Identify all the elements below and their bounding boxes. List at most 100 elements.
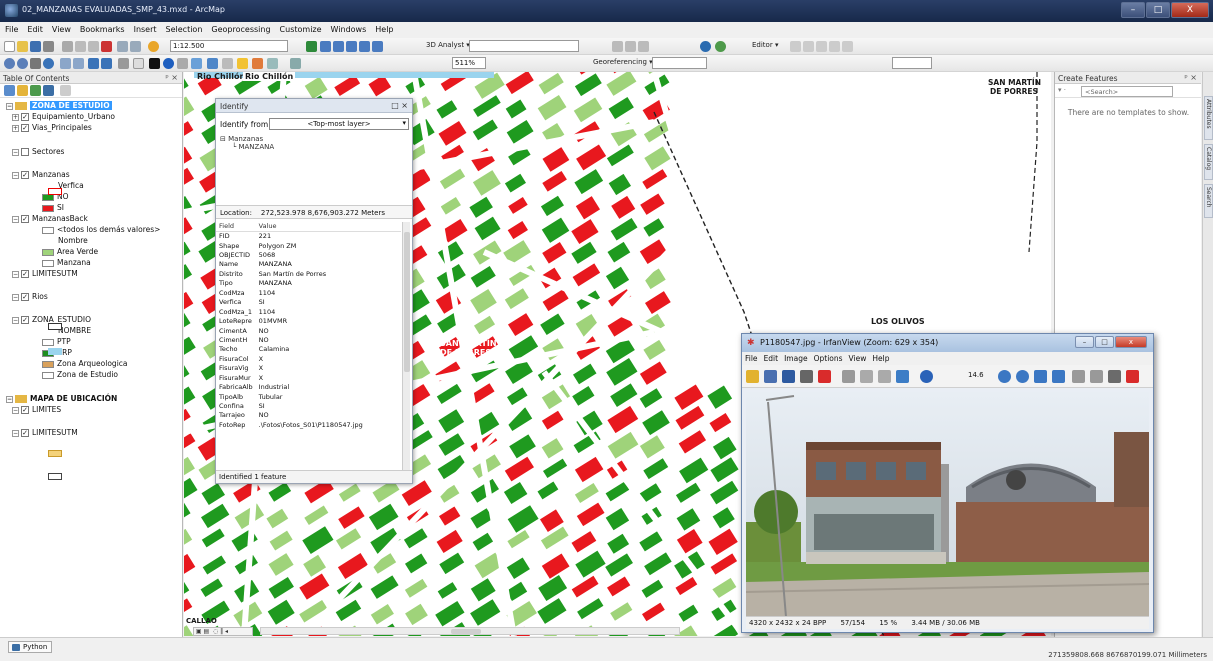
edit-tool-icon[interactable] (790, 41, 801, 52)
attribute-row[interactable]: Tarrajeo NO (216, 411, 401, 420)
layer-visibility-checkbox[interactable]: ✓ (21, 124, 29, 132)
3d-analyst-menu[interactable]: 3D Analyst ▾ (426, 41, 470, 49)
irfan-menu-help[interactable]: Help (872, 354, 889, 363)
toc-group-zona-de-estudio[interactable]: − ZONA DE ESTUDIO (6, 101, 112, 110)
cut-icon[interactable] (62, 41, 73, 52)
toc-layer-limitesutm[interactable]: − ✓ LIMITESUTM (12, 428, 78, 437)
search-tab[interactable]: Search (1204, 184, 1213, 218)
toc-group-mapa-de-ubicaci-n[interactable]: − MAPA DE UBICACIÓN (6, 394, 117, 403)
toc-legend-manzana[interactable]: Manzana (42, 258, 91, 267)
layer-visibility-checkbox[interactable]: ✓ (21, 293, 29, 301)
irfan-menu-edit[interactable]: Edit (764, 354, 779, 363)
collapse-icon[interactable]: − (12, 293, 19, 301)
catalog-tab[interactable]: Catalog (1204, 144, 1213, 180)
attribute-row[interactable]: Shape Polygon ZM (216, 241, 401, 250)
map-scale-field[interactable]: 1:12.500 (170, 40, 288, 52)
attribute-row[interactable]: FID 221 (216, 231, 401, 240)
edit-annotation-icon[interactable] (803, 41, 814, 52)
toc-close-button[interactable]: ᵖ × (165, 73, 178, 82)
new-icon[interactable] (4, 41, 15, 52)
menu-item-selection[interactable]: Selection (161, 22, 207, 34)
arcscene-icon[interactable] (715, 41, 726, 52)
attributes-tab[interactable]: Attributes (1204, 96, 1213, 140)
toc-layer-equipamiento-urbano[interactable]: + ✓ Equipamiento_Urbano (12, 112, 115, 121)
print-icon[interactable] (43, 41, 54, 52)
attribute-row[interactable]: Distrito San Martín de Porres (216, 269, 401, 278)
layer-visibility-checkbox[interactable]: ✓ (21, 429, 29, 437)
layer-visibility-checkbox[interactable]: ✓ (21, 113, 29, 121)
list-by-drawing-order-icon[interactable] (4, 85, 15, 96)
add-data-icon[interactable] (148, 41, 159, 52)
3d-tool-icon-2[interactable] (625, 41, 636, 52)
editor-toolbar-icon[interactable] (306, 41, 317, 52)
collapse-icon[interactable]: − (12, 171, 19, 179)
create-features-close-button[interactable]: ᵖ × (1184, 73, 1197, 82)
select-elements-icon[interactable] (149, 58, 160, 69)
irfan-menu-file[interactable]: File (745, 354, 758, 363)
save-icon[interactable] (30, 41, 41, 52)
toc-layer-limitesutm[interactable]: − ✓ LIMITESUTM (12, 269, 78, 278)
forward-extent-icon[interactable] (101, 58, 112, 69)
toc-layer-manzanasback[interactable]: − ✓ ManzanasBack (12, 214, 88, 223)
attribute-row[interactable]: FisuraVig X (216, 364, 401, 373)
close-button[interactable]: X (1171, 2, 1209, 18)
print-icon[interactable] (800, 370, 813, 383)
menu-item-edit[interactable]: Edit (22, 22, 47, 34)
cut-icon[interactable] (842, 370, 855, 383)
info-icon[interactable] (920, 370, 933, 383)
attribute-row[interactable]: FabricaAlb Industrial (216, 382, 401, 391)
slideshow-icon[interactable] (764, 370, 777, 383)
thumbnails-icon[interactable] (1072, 370, 1085, 383)
open-file-icon[interactable] (746, 370, 759, 383)
tree-root-item[interactable]: ⊟ Manzanas (220, 135, 408, 143)
fullscreen-icon[interactable] (1090, 370, 1103, 383)
arctoolbox-icon[interactable] (359, 41, 370, 52)
zoom-out-icon[interactable] (1016, 370, 1029, 383)
attribute-row[interactable]: CimentH NO (216, 335, 401, 344)
copy-icon[interactable] (860, 370, 873, 383)
list-by-selection-icon[interactable] (43, 85, 54, 96)
properties-icon[interactable] (1108, 370, 1121, 383)
hyperlink-icon[interactable] (177, 58, 188, 69)
attribute-row[interactable]: Confina SI (216, 401, 401, 410)
attribute-row[interactable]: FotoRep .\Fotos\Fotos_S01\P1180547.jpg (216, 420, 401, 429)
menu-item-file[interactable]: File (0, 22, 22, 34)
3d-layer-field[interactable] (469, 40, 579, 52)
irfan-close-button[interactable]: x (1115, 336, 1147, 348)
toc-legend-todos-los-dem-s-valores[interactable]: <todos los demás valores> (42, 225, 160, 234)
attribute-row[interactable]: OBJECTID 5068 (216, 250, 401, 259)
find-route-icon[interactable] (237, 58, 248, 69)
toc-legend-zona-arqueologica[interactable]: Zona Arqueologica (42, 359, 128, 368)
point-icon[interactable] (842, 41, 853, 52)
zoom-value[interactable]: 14.6 (968, 371, 984, 379)
menu-item-windows[interactable]: Windows (326, 22, 371, 34)
fixed-zoom-out-icon[interactable] (73, 58, 84, 69)
arcglobe-icon[interactable] (700, 41, 711, 52)
attribute-row[interactable]: CodMza 1104 (216, 288, 401, 297)
save-icon[interactable] (782, 370, 795, 383)
pan-icon[interactable] (30, 58, 41, 69)
georeferencing-menu[interactable]: Georeferencing ▾ (593, 58, 653, 66)
find-icon[interactable] (222, 58, 233, 69)
draw-font-field[interactable] (892, 57, 932, 69)
zoom-percent-field[interactable]: 511% (452, 57, 486, 69)
attribute-row[interactable]: Verfica SI (216, 298, 401, 307)
collapse-icon[interactable]: − (12, 215, 19, 223)
zoom-in-icon[interactable] (4, 58, 15, 69)
fixed-zoom-in-icon[interactable] (60, 58, 71, 69)
menu-item-help[interactable]: Help (370, 22, 397, 34)
irfan-menu-options[interactable]: Options (814, 354, 843, 363)
previous-icon[interactable] (1034, 370, 1047, 383)
3d-tool-icon[interactable] (612, 41, 623, 52)
menu-item-customize[interactable]: Customize (275, 22, 326, 34)
attribute-row[interactable]: CimentA NO (216, 326, 401, 335)
exit-icon[interactable] (1126, 370, 1139, 383)
python-tab[interactable]: Python (8, 641, 53, 653)
organize-templates-icon[interactable]: ▾ · (1058, 86, 1066, 94)
open-icon[interactable] (17, 41, 28, 52)
collapse-icon[interactable]: − (12, 316, 19, 324)
collapse-icon[interactable]: − (12, 406, 19, 414)
maximize-button[interactable]: □ (1146, 2, 1170, 18)
toc-options-icon[interactable] (60, 85, 71, 96)
toc-layer-limites[interactable]: − ✓ LIMITES (12, 405, 61, 414)
